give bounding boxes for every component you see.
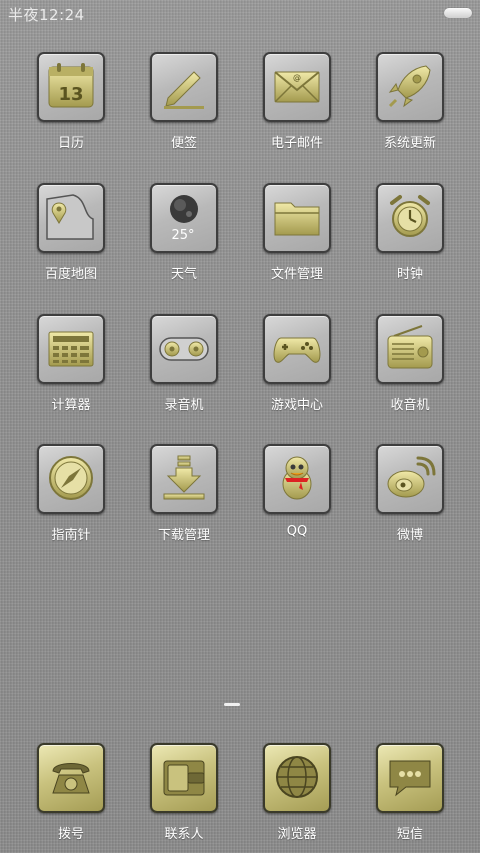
app-label: 游戏中心 [270, 398, 323, 413]
app-clock[interactable]: 时钟 [355, 183, 465, 293]
compass-tile[interactable] [37, 444, 105, 514]
alarm-clock-icon [390, 195, 430, 237]
app-baidu-map[interactable]: 百度地图 [16, 183, 126, 293]
app-dialer[interactable]: 拨号 [16, 743, 126, 853]
app-label: QQ [286, 524, 308, 539]
app-browser[interactable]: 浏览器 [242, 743, 352, 853]
radio-icon [387, 325, 433, 369]
app-game-center[interactable]: 游戏中心 [242, 314, 352, 424]
app-download-manager[interactable]: 下载管理 [129, 444, 239, 554]
app-system-update[interactable]: 系统更新 [355, 52, 465, 162]
app-label: 浏览器 [277, 827, 317, 842]
app-qq[interactable]: QQ [242, 444, 352, 554]
app-sms[interactable]: 短信 [355, 743, 465, 853]
app-label: 日历 [57, 136, 84, 151]
app-calculator[interactable]: 计算器 [16, 314, 126, 424]
svg-text:@: @ [293, 73, 301, 82]
app-label: 时钟 [396, 267, 423, 282]
cassette-icon [159, 337, 209, 361]
folder-icon [274, 202, 320, 236]
app-label: 计算器 [51, 398, 91, 413]
svg-text:25°: 25° [171, 228, 194, 243]
app-email[interactable]: @ 电子邮件 [242, 52, 352, 162]
sms-tile[interactable] [376, 743, 444, 813]
app-compass[interactable]: 指南针 [16, 444, 126, 554]
chat-bubble-icon [389, 760, 431, 797]
radio-tile[interactable] [376, 314, 444, 384]
app-label: 拨号 [57, 827, 84, 842]
weibo-tile[interactable] [376, 444, 444, 514]
app-label: 录音机 [164, 398, 204, 413]
app-label: 天气 [170, 267, 197, 282]
app-contacts[interactable]: 联系人 [129, 743, 239, 853]
app-label: 微博 [396, 528, 423, 543]
download-arrow-icon [163, 455, 205, 500]
file-manager-tile[interactable] [263, 183, 331, 253]
qq-penguin-icon [282, 456, 312, 500]
app-label: 下载管理 [157, 528, 210, 543]
app-label: 便签 [170, 136, 197, 151]
app-notes[interactable]: 便签 [129, 52, 239, 162]
calendar-tile[interactable]: 13 [37, 52, 105, 122]
status-time: 半夜12:24 [8, 6, 85, 24]
weather-tile[interactable]: 25° [150, 183, 218, 253]
gamepad-icon [273, 337, 321, 363]
contacts-wallet-icon [163, 760, 205, 796]
calculator-tile[interactable] [37, 314, 105, 384]
app-label: 短信 [396, 827, 423, 842]
calendar-icon: 13 [48, 63, 94, 108]
map-pin-icon [46, 194, 94, 240]
dialer-tile[interactable] [37, 743, 105, 813]
globe-icon [276, 756, 318, 798]
calculator-icon [48, 331, 94, 367]
app-label: 联系人 [164, 827, 204, 842]
envelope-icon: @ [274, 71, 320, 103]
contacts-tile[interactable] [150, 743, 218, 813]
app-file-manager[interactable]: 文件管理 [242, 183, 352, 293]
page-indicator [224, 703, 240, 706]
app-label: 电子邮件 [270, 136, 323, 151]
notes-tile[interactable] [150, 52, 218, 122]
download-manager-tile[interactable] [150, 444, 218, 514]
qq-tile[interactable] [263, 444, 331, 514]
app-label: 系统更新 [383, 136, 436, 151]
baidu-map-tile[interactable] [37, 183, 105, 253]
browser-tile[interactable] [263, 743, 331, 813]
app-weibo[interactable]: 微博 [355, 444, 465, 554]
rocket-icon [388, 65, 431, 108]
game-center-tile[interactable] [263, 314, 331, 384]
app-weather[interactable]: 25° 天气 [129, 183, 239, 293]
telephone-icon [52, 763, 90, 794]
app-label: 收音机 [390, 398, 430, 413]
svg-text:13: 13 [58, 84, 83, 105]
battery-icon [444, 8, 472, 18]
app-radio[interactable]: 收音机 [355, 314, 465, 424]
pencil-notepad-icon [164, 71, 204, 109]
app-label: 文件管理 [270, 267, 323, 282]
moon-weather-icon: 25° [170, 195, 198, 243]
app-label: 指南针 [51, 528, 91, 543]
app-recorder[interactable]: 录音机 [129, 314, 239, 424]
email-tile[interactable]: @ [263, 52, 331, 122]
weibo-icon [387, 456, 436, 498]
recorder-tile[interactable] [150, 314, 218, 384]
app-label: 百度地图 [44, 267, 97, 282]
clock-tile[interactable] [376, 183, 444, 253]
compass-icon [49, 456, 93, 500]
app-calendar[interactable]: 13 日历 [16, 52, 126, 162]
status-bar: 半夜12:24 [0, 0, 480, 26]
system-update-tile[interactable] [376, 52, 444, 122]
